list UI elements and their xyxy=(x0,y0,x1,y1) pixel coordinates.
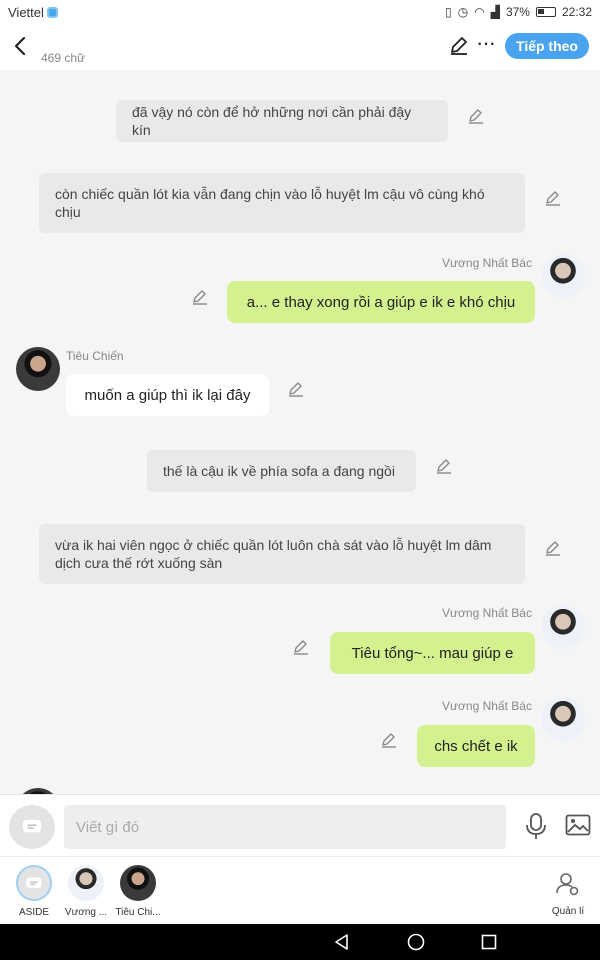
edit-message-icon[interactable] xyxy=(467,107,485,125)
edit-message-icon[interactable] xyxy=(544,189,562,207)
image-icon[interactable] xyxy=(565,814,591,836)
avatar-vuong-nhat-bac[interactable] xyxy=(541,254,585,298)
edit-message-icon[interactable] xyxy=(292,638,310,656)
avatar-tieu-chien[interactable] xyxy=(16,347,60,391)
edit-message-icon[interactable] xyxy=(435,457,453,475)
avatar-vuong-nhat-bac[interactable] xyxy=(541,697,585,741)
aside-toggle-button[interactable] xyxy=(9,805,55,849)
narration-message[interactable]: còn chiếc quần lót kia vẫn đang chịn vào… xyxy=(39,173,525,233)
edit-message-icon[interactable] xyxy=(544,539,562,557)
nav-back-icon[interactable] xyxy=(332,932,352,952)
edit-message-icon[interactable] xyxy=(191,288,209,306)
carrier-badge-icon xyxy=(46,6,58,18)
alarm-icon: ◷ xyxy=(457,5,469,19)
back-arrow-icon[interactable] xyxy=(10,34,32,58)
status-right: ▯ ◷ ◠ ▟ 37% 22:32 xyxy=(445,5,592,19)
right-message-bubble[interactable]: a... e thay xong rồi a giúp e ik e khó c… xyxy=(227,281,535,323)
input-bar xyxy=(0,794,600,856)
message-input[interactable] xyxy=(64,805,506,849)
right-message-bubble[interactable]: chs chết e ik xyxy=(417,725,535,767)
avatar-tieu-chien xyxy=(120,865,156,901)
character-label: Tiêu Chi... xyxy=(115,907,161,918)
sender-name: Tiêu Chiến xyxy=(66,349,124,363)
character-tieu[interactable]: Tiêu Chi... xyxy=(113,865,163,918)
manage-label: Quản lí xyxy=(551,906,585,917)
aside-avatar xyxy=(16,865,52,901)
clock: 22:32 xyxy=(561,5,592,19)
narration-message[interactable]: vừa ik hai viên ngọc ở chiếc quần lót lu… xyxy=(39,524,525,584)
chat-bubble-icon xyxy=(23,819,41,833)
navigation-bar xyxy=(0,924,600,960)
nav-home-icon[interactable] xyxy=(406,932,426,952)
character-label: ASIDE xyxy=(18,907,49,918)
vibrate-icon: ▯ xyxy=(445,5,452,19)
sender-name: Vương Nhất Bác xyxy=(442,699,532,713)
character-bar: ASIDE Vương ... Tiêu Chi... Quản lí xyxy=(0,856,600,924)
more-options-icon[interactable]: ··· xyxy=(476,30,496,56)
narration-message[interactable]: đã vậy nó còn để hở những nơi cần phải đ… xyxy=(116,100,448,142)
chat-area: đã vậy nó còn để hở những nơi cần phải đ… xyxy=(0,70,600,794)
word-count: 469 chữ xyxy=(41,51,86,65)
character-aside[interactable]: ASIDE xyxy=(9,865,59,918)
character-label: Vương ... xyxy=(64,907,108,918)
wifi-icon: ◠ xyxy=(474,5,485,19)
status-left: Viettel xyxy=(8,5,58,20)
nav-recents-icon[interactable] xyxy=(479,932,499,952)
left-message-bubble[interactable]: muốn a giúp thì ik lại đây xyxy=(66,374,269,416)
sender-name: Vương Nhất Bác xyxy=(442,256,532,270)
edit-message-icon[interactable] xyxy=(287,380,305,398)
microphone-icon[interactable] xyxy=(524,812,548,840)
sender-name: Vương Nhất Bác xyxy=(442,606,532,620)
avatar-vuong-nhat-bac[interactable] xyxy=(541,605,585,649)
chat-bubble-icon xyxy=(26,877,42,888)
top-header: 469 chữ ··· Tiếp theo xyxy=(0,24,600,70)
user-settings-icon xyxy=(556,873,579,896)
avatar-vuong-nhat-bac xyxy=(68,865,104,901)
manage-button[interactable]: Quản lí xyxy=(548,871,588,917)
character-vuong[interactable]: Vương ... xyxy=(61,865,111,918)
next-button[interactable]: Tiếp theo xyxy=(505,33,589,59)
right-message-bubble[interactable]: Tiêu tổng~... mau giúp e xyxy=(330,632,535,674)
signal-icon: ▟ xyxy=(490,5,500,19)
status-bar: Viettel ▯ ◷ ◠ ▟ 37% 22:32 xyxy=(0,0,600,24)
battery-percent: 37% xyxy=(505,5,530,19)
edit-message-icon[interactable] xyxy=(380,731,398,749)
carrier-name: Viettel xyxy=(8,4,44,20)
battery-icon xyxy=(535,7,556,17)
edit-pen-icon[interactable] xyxy=(448,34,470,56)
narration-message[interactable]: thế là cậu ik về phía sofa a đang ngồi xyxy=(147,450,416,492)
